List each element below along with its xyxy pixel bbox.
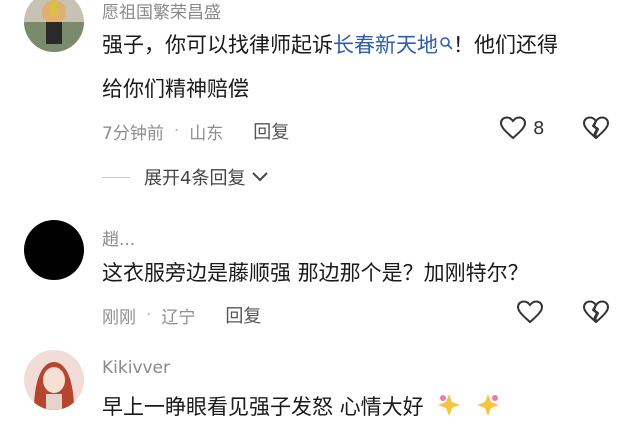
expand-replies-label: 展开4条回复 (144, 168, 246, 189)
divider-line (102, 176, 130, 178)
comment-time: 7分钟前 (102, 123, 164, 144)
comment-username[interactable]: 趙... (102, 225, 135, 250)
comment-location: 辽宁 (161, 307, 196, 328)
broken-heart-icon (583, 300, 609, 323)
sparkle-emoji-icon (477, 394, 500, 416)
avatar[interactable] (24, 220, 84, 280)
avatar[interactable] (24, 350, 84, 410)
comment-text: ！他们还得 (453, 33, 558, 57)
heart-icon (516, 300, 544, 324)
comment-username[interactable]: Kikivver (102, 358, 170, 378)
avatar[interactable] (24, 0, 84, 52)
expand-replies-button[interactable]: 展开4条回复 (102, 164, 269, 190)
broken-heart-icon (583, 116, 609, 139)
comment-content: 这衣服旁边是藤顺强 那边那个是？加刚特尔？ (102, 261, 529, 285)
dislike-button[interactable] (582, 116, 610, 144)
chevron-down-icon (252, 172, 269, 182)
sparkle-emoji-icon (438, 394, 461, 416)
comment-content: 强子，你可以找律师起诉长春新天地 ！他们还得 (102, 26, 558, 65)
comment-location: 山东 (189, 123, 224, 144)
comment-text: 强子，你可以找律师起诉 (102, 33, 333, 57)
comment-time: 刚刚 (102, 307, 136, 328)
like-button[interactable] (516, 300, 544, 324)
like-count: 8 (533, 117, 545, 139)
comment-content-line2: 给你们精神赔偿 (102, 77, 249, 101)
comment-meta: 7分钟前 · 山东 回复 (102, 118, 289, 144)
comment-content: 早上一睁眼看见强子发怒 心情大好 (102, 388, 501, 427)
comment-meta: 刚刚 · 辽宁 回复 (102, 302, 261, 328)
heart-icon (499, 116, 527, 140)
separator-dot: · (146, 305, 152, 325)
like-button[interactable]: 8 (499, 116, 544, 140)
dislike-button[interactable] (582, 300, 610, 328)
reply-button[interactable]: 回复 (253, 118, 289, 144)
search-icon (440, 37, 453, 50)
separator-dot: · (173, 121, 180, 141)
search-link[interactable]: 长春新天地 (333, 33, 453, 57)
comment-username[interactable]: 愿祖国繁荣昌盛 (102, 0, 221, 23)
reply-button[interactable]: 回复 (225, 302, 261, 328)
